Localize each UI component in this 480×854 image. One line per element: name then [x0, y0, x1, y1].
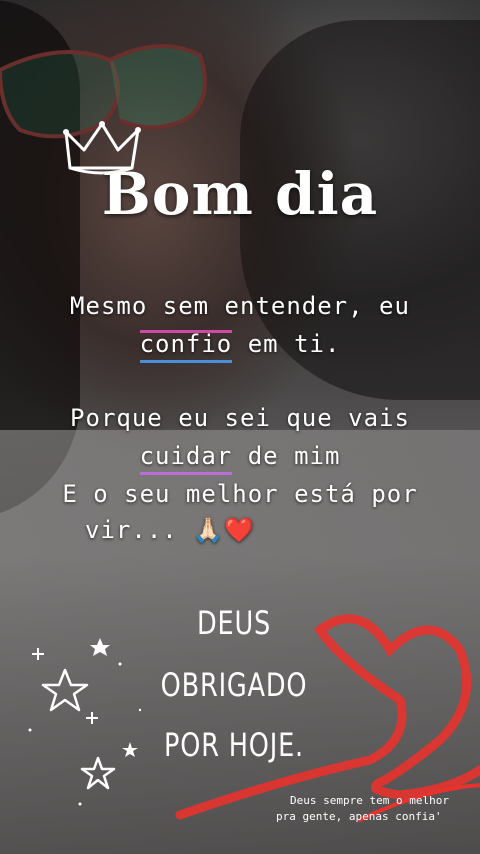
verse-line: E o seu melhor está por [62, 480, 418, 508]
title-text: Bom dia [101, 160, 379, 228]
verse-text: em ti. [232, 330, 341, 358]
footer-text: pra gente, apenas confia' [276, 810, 442, 823]
story-canvas: Bom dia Mesmo sem entender, eu confio em… [0, 0, 480, 854]
footer-text: Deus sempre tem o melhor [290, 794, 449, 807]
verse-line: cuidar de mim [0, 442, 480, 475]
verse-text: de mim [232, 442, 341, 470]
gratitude-line: POR HOJE. [164, 726, 304, 764]
verse-line: confio em ti. [0, 330, 480, 363]
gratitude-line: DEUS [196, 604, 272, 642]
verse-line: vir... 🙏🏻❤️ [85, 516, 255, 544]
star-icon [28, 638, 142, 806]
underlined-word: cuidar [139, 442, 233, 475]
underlined-word: confio [139, 330, 233, 363]
verse-line: Mesmo sem entender, eu [70, 292, 410, 320]
verse-line: Porque eu sei que vais [70, 404, 410, 432]
gratitude-line: OBRIGADO [160, 666, 308, 704]
